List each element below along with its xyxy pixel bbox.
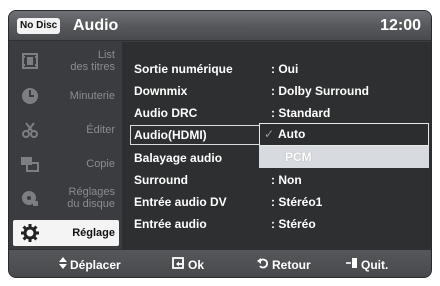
setting-value: : Standard bbox=[271, 106, 331, 120]
header-bar: No Disc Audio 12:00 bbox=[9, 11, 431, 41]
gear-icon bbox=[19, 222, 41, 244]
timer-icon bbox=[19, 85, 41, 107]
dropdown-option-auto[interactable]: ✓ Auto bbox=[259, 123, 429, 146]
dropdown-option-pcm[interactable]: PCM bbox=[259, 146, 429, 168]
setting-value: : Oui bbox=[271, 62, 299, 76]
footer-back-hint: Retour bbox=[257, 250, 311, 277]
checkmark-icon: ✓ bbox=[264, 127, 275, 141]
updown-arrows-icon bbox=[59, 251, 67, 277]
setting-label: Sortie numérique bbox=[134, 62, 233, 76]
disc-status-badge: No Disc bbox=[17, 18, 61, 34]
sidebar-item-label: Réglages bbox=[68, 186, 115, 198]
setting-label: Balayage audio bbox=[134, 151, 223, 165]
sidebar-item-setup[interactable]: Réglage bbox=[13, 220, 119, 246]
copy-icon bbox=[19, 153, 41, 175]
footer-back-label: Retour bbox=[272, 258, 311, 272]
sidebar-item-label: Minuterie bbox=[69, 90, 115, 102]
sidebar-item-label: Réglage bbox=[72, 227, 115, 239]
option-label: Auto bbox=[278, 127, 306, 141]
sidebar-item-copy[interactable]: Copie bbox=[13, 151, 119, 177]
sidebar-item-label: du disque bbox=[67, 198, 115, 210]
exit-icon bbox=[346, 251, 358, 277]
sidebar-item-disc-settings[interactable]: Réglages du disque bbox=[13, 185, 119, 211]
option-label: PCM bbox=[285, 150, 312, 164]
sidebar-item-label: des titres bbox=[70, 61, 115, 73]
sidebar-item-label: List bbox=[97, 49, 115, 61]
sidebar-item-label: Copie bbox=[86, 158, 115, 170]
setting-row-audio-hdmi[interactable]: Audio(HDMI) bbox=[130, 125, 266, 145]
setting-value: : Non bbox=[271, 173, 302, 187]
setting-label: Downmix bbox=[134, 84, 188, 98]
setting-label: Entrée audio bbox=[134, 217, 207, 231]
clock: 12:00 bbox=[380, 17, 421, 34]
setting-label: Audio(HDMI) bbox=[134, 128, 207, 142]
footer-quit-label: Quit. bbox=[361, 258, 389, 272]
screen-title: Audio bbox=[73, 17, 119, 34]
sidebar-item-edit[interactable]: Éditer bbox=[13, 117, 119, 143]
footer-quit-hint: Quit. bbox=[346, 250, 389, 277]
audio-hdmi-dropdown: ✓ Auto PCM bbox=[259, 123, 429, 169]
setting-label: Surround bbox=[134, 173, 188, 187]
footer-ok-hint: Ok bbox=[172, 250, 205, 277]
setting-label: Audio DRC bbox=[134, 106, 198, 120]
scissors-icon bbox=[19, 119, 41, 141]
sidebar-menu: List des titres Minuterie Éditer Copie R… bbox=[9, 42, 121, 249]
footer-ok-label: Ok bbox=[188, 258, 205, 272]
sidebar-item-timer[interactable]: Minuterie bbox=[13, 83, 119, 109]
sidebar-item-title-list[interactable]: List des titres bbox=[13, 48, 119, 74]
enter-icon bbox=[172, 251, 185, 277]
footer-move-hint: Déplacer bbox=[59, 250, 121, 277]
setting-value: : Stéréo1 bbox=[271, 195, 323, 209]
footer-bar: Déplacer Ok Retour Quit. bbox=[9, 249, 431, 277]
film-list-icon bbox=[19, 50, 41, 72]
setting-label: Entrée audio DV bbox=[134, 195, 227, 209]
sidebar-item-label: Éditer bbox=[86, 124, 115, 136]
setting-value: : Stéréo bbox=[271, 217, 316, 231]
return-arrow-icon bbox=[257, 251, 269, 277]
disc-settings-icon bbox=[19, 187, 41, 209]
setting-value: : Dolby Surround bbox=[271, 84, 369, 98]
footer-move-label: Déplacer bbox=[70, 258, 121, 272]
